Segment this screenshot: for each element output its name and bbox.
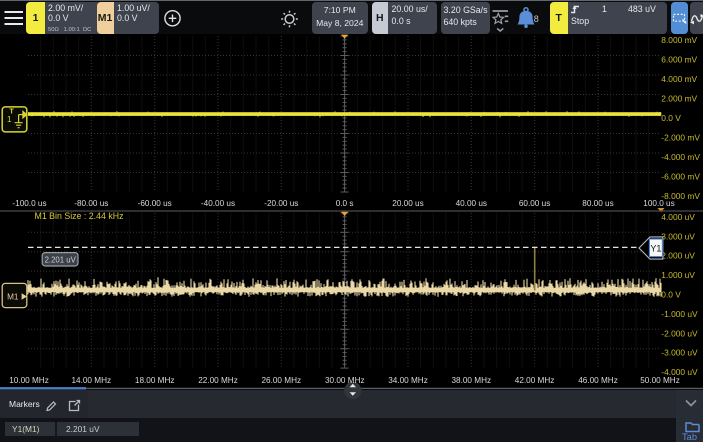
svg-text:-60.00 us: -60.00 us — [138, 199, 172, 208]
svg-text:Y1: Y1 — [650, 243, 661, 253]
svg-text:40.00 us: 40.00 us — [456, 199, 487, 208]
svg-text:22.00 MHz: 22.00 MHz — [198, 376, 238, 385]
svg-text:M1: M1 — [7, 292, 19, 301]
svg-text:34.00 MHz: 34.00 MHz — [388, 376, 428, 385]
svg-text:0.0 s: 0.0 s — [336, 199, 354, 208]
svg-text:2.000 mV: 2.000 mV — [661, 94, 697, 104]
svg-text:46.00 MHz: 46.00 MHz — [578, 376, 618, 385]
svg-text:2.201 uV: 2.201 uV — [45, 255, 77, 264]
svg-text:-2.000 mV: -2.000 mV — [661, 133, 700, 143]
svg-text:-8.000 mV: -8.000 mV — [661, 191, 700, 201]
svg-text:80.00 us: 80.00 us — [582, 199, 613, 208]
svg-text:10.00 MHz: 10.00 MHz — [9, 376, 49, 385]
svg-text:8.000 mV: 8.000 mV — [661, 35, 697, 45]
svg-text:20.00 us: 20.00 us — [392, 199, 423, 208]
svg-text:-20.00 us: -20.00 us — [264, 199, 298, 208]
svg-text:-100.0 us: -100.0 us — [12, 199, 46, 208]
svg-text:-2.000 uV: -2.000 uV — [661, 328, 698, 338]
svg-text:T: T — [9, 106, 14, 115]
svg-text:38.00 MHz: 38.00 MHz — [452, 376, 492, 385]
svg-text:18.00 MHz: 18.00 MHz — [135, 376, 175, 385]
svg-text:-6.000 mV: -6.000 mV — [661, 172, 700, 182]
svg-text:M1 Bin Size : 2.44 kHz: M1 Bin Size : 2.44 kHz — [35, 211, 124, 221]
svg-text:42.00 MHz: 42.00 MHz — [515, 376, 555, 385]
svg-text:60.00 us: 60.00 us — [519, 199, 550, 208]
svg-text:-1.000 uV: -1.000 uV — [661, 309, 698, 319]
svg-text:1: 1 — [7, 115, 12, 124]
svg-text:2.000 uV: 2.000 uV — [661, 251, 695, 261]
svg-text:-4.000 mV: -4.000 mV — [661, 152, 700, 162]
svg-text:50.00 MHz: 50.00 MHz — [640, 376, 680, 385]
svg-text:-3.000 uV: -3.000 uV — [661, 348, 698, 358]
svg-text:8: 8 — [534, 14, 539, 24]
svg-text:3.000 uV: 3.000 uV — [661, 231, 695, 241]
svg-text:14.00 MHz: 14.00 MHz — [72, 376, 112, 385]
svg-text:0.0 V: 0.0 V — [661, 290, 681, 300]
svg-text:4.000 uV: 4.000 uV — [661, 212, 695, 222]
svg-text:6.000 mV: 6.000 mV — [661, 55, 697, 65]
svg-text:0.0 V: 0.0 V — [661, 113, 681, 123]
svg-text:-80.00 us: -80.00 us — [74, 199, 108, 208]
svg-text:4.000 mV: 4.000 mV — [661, 74, 697, 84]
svg-text:1.000 uV: 1.000 uV — [661, 270, 695, 280]
svg-text:26.00 MHz: 26.00 MHz — [262, 376, 302, 385]
svg-text:-40.00 us: -40.00 us — [201, 199, 235, 208]
